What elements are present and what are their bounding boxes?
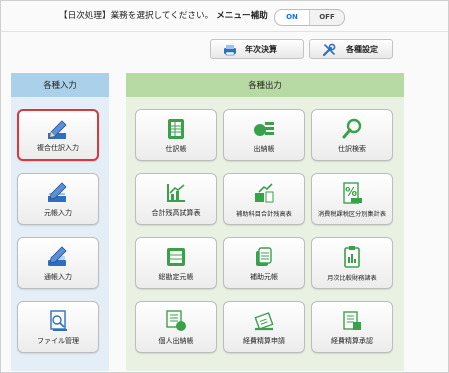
menu-assist-label: メニュー補助 bbox=[216, 11, 268, 21]
journal-icon bbox=[168, 119, 184, 139]
person-ledger-icon bbox=[166, 310, 186, 331]
tile-label: 消費税課税区分別集計表 bbox=[317, 211, 387, 218]
compound-journal-entry-button[interactable]: 複合仕訳入力 bbox=[17, 109, 99, 161]
output-panel-header: 各種出力 bbox=[126, 73, 404, 97]
expense-request-button[interactable]: 経費精算申請 bbox=[223, 301, 305, 353]
toggle-on-option[interactable]: ON bbox=[275, 10, 310, 25]
cash-book-button[interactable]: 出納帳 bbox=[223, 109, 305, 161]
consumption-tax-summary-button[interactable]: % 消費税課税区分別集計表 bbox=[311, 173, 393, 225]
printer-icon bbox=[224, 45, 236, 56]
instruction-text: 【日次処理】業務を選択してください。 メニュー補助 bbox=[59, 10, 268, 22]
personal-cash-book-button[interactable]: 個人出納帳 bbox=[135, 301, 217, 353]
tile-label: 元帳入力 bbox=[44, 209, 72, 217]
tile-label: 仕訳検索 bbox=[338, 145, 366, 153]
coins-icon bbox=[254, 122, 274, 136]
tile-label: 補助元帳 bbox=[250, 273, 278, 281]
year-end-closing-button[interactable]: 年次決算 bbox=[210, 39, 304, 59]
journal-book-button[interactable]: 仕訳帳 bbox=[135, 109, 217, 161]
toggle-off-option[interactable]: OFF bbox=[310, 10, 344, 25]
pencil-icon bbox=[48, 246, 67, 266]
instruction-label: 【日次処理】業務を選択してください。 bbox=[59, 11, 214, 21]
magnifier-icon bbox=[342, 118, 362, 139]
chart-icon bbox=[255, 183, 274, 203]
tile-label: 経費精算申請 bbox=[243, 337, 285, 345]
ledger-icon bbox=[167, 248, 185, 266]
pencil-icon bbox=[48, 182, 67, 202]
pencil-icon bbox=[48, 120, 67, 139]
tile-label: 通帳入力 bbox=[44, 273, 72, 281]
passbook-entry-button[interactable]: 通帳入力 bbox=[17, 237, 99, 289]
tile-label: 総勘定元帳 bbox=[158, 273, 194, 281]
trial-balance-button[interactable]: 合計残高試算表 bbox=[135, 173, 217, 225]
general-ledger-button[interactable]: 総勘定元帳 bbox=[135, 237, 217, 289]
tile-label: 月次比較財務諸表 bbox=[327, 275, 377, 282]
expense-approval-button[interactable]: 経費精算承認 bbox=[311, 301, 393, 353]
tile-label: 複合仕訳入力 bbox=[37, 144, 79, 152]
header-divider bbox=[1, 31, 448, 32]
clipboard-icon bbox=[344, 246, 360, 268]
tile-label: 補助科目合計残高表 bbox=[236, 211, 292, 218]
tile-label: ファイル管理 bbox=[37, 337, 79, 345]
tile-label: 仕訳帳 bbox=[165, 145, 187, 153]
expense-icon bbox=[254, 312, 274, 331]
journal-search-button[interactable]: 仕訳検索 bbox=[311, 109, 393, 161]
tile-label: 経費精算承認 bbox=[331, 337, 373, 345]
settings-button[interactable]: 各種設定 bbox=[309, 39, 393, 59]
ledger-icon bbox=[256, 247, 272, 266]
approve-icon bbox=[343, 311, 361, 330]
tools-icon bbox=[322, 43, 336, 57]
input-panel-header: 各種入力 bbox=[11, 73, 109, 97]
window-frame: 【日次処理】業務を選択してください。 メニュー補助 ON OFF 年次決算 各種設… bbox=[0, 0, 449, 373]
file-management-button[interactable]: ファイル管理 bbox=[17, 301, 99, 353]
chart-icon bbox=[167, 184, 185, 202]
sub-ledger-button[interactable]: 補助元帳 bbox=[223, 237, 305, 289]
year-end-closing-label: 年次決算 bbox=[245, 45, 277, 54]
file-icon bbox=[50, 310, 67, 331]
tile-label: 個人出納帳 bbox=[158, 337, 194, 345]
settings-label: 各種設定 bbox=[346, 45, 378, 54]
percent-icon: % bbox=[343, 182, 362, 204]
sub-account-balance-button[interactable]: 補助科目合計残高表 bbox=[223, 173, 305, 225]
tile-label: 合計残高試算表 bbox=[151, 209, 201, 217]
svg-text:%: % bbox=[345, 185, 357, 199]
menu-assist-toggle[interactable]: ON OFF bbox=[274, 9, 345, 26]
ledger-entry-button[interactable]: 元帳入力 bbox=[17, 173, 99, 225]
tile-label: 出納帳 bbox=[253, 145, 275, 153]
monthly-comparison-button[interactable]: 月次比較財務諸表 bbox=[311, 237, 393, 289]
